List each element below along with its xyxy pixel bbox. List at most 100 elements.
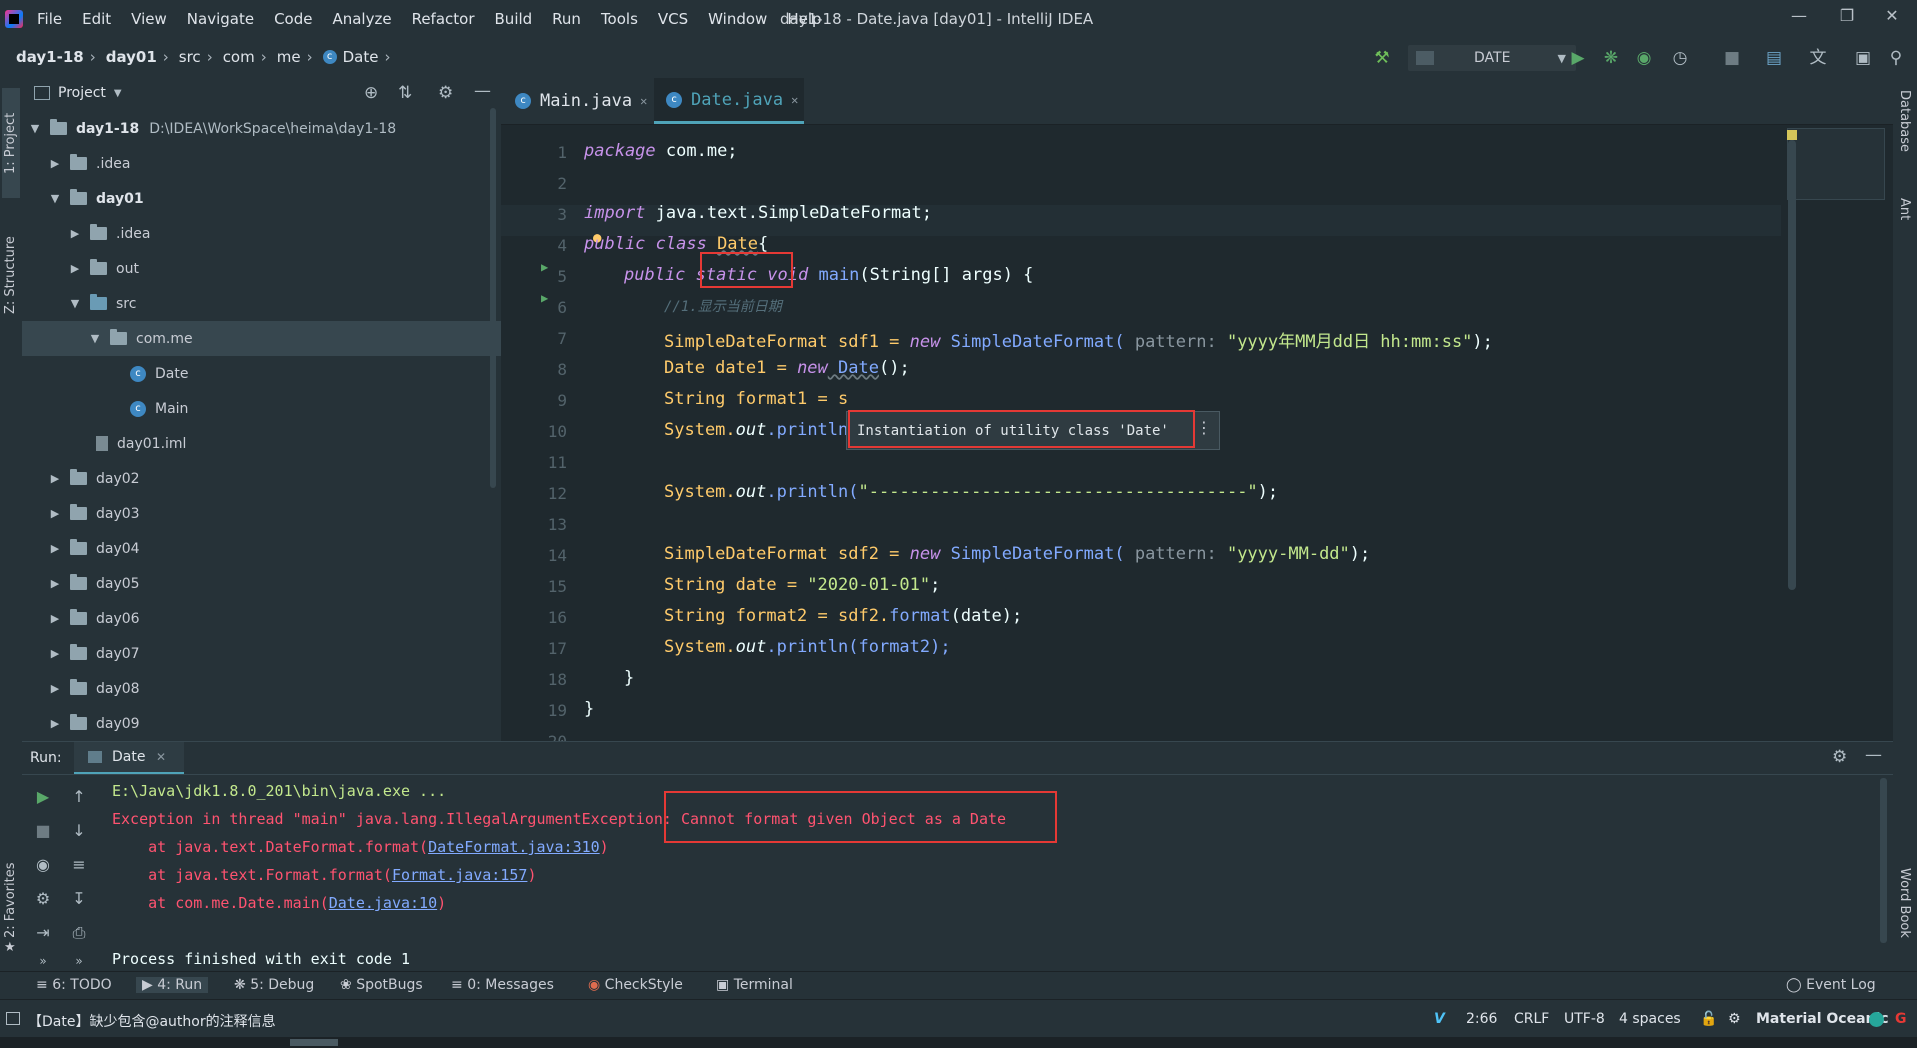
rerun-icon[interactable]: ▶ (32, 786, 54, 808)
menu-tools[interactable]: Tools (601, 10, 638, 28)
camera-icon[interactable]: ◉ (32, 854, 54, 876)
ant-stripe-label[interactable]: Ant (1897, 198, 1912, 220)
restore-icon[interactable]: ❐ (1832, 6, 1862, 30)
tree-item-day04[interactable]: ▶ day04 (22, 531, 527, 566)
collapsed-arrow-icon[interactable]: ▶ (48, 682, 62, 695)
profile-icon[interactable]: ◷ (1670, 48, 1690, 68)
breadcrumb-src[interactable]: src (179, 48, 201, 66)
stack-link[interactable]: Format.java:157 (392, 866, 527, 884)
collapse-all-icon[interactable]: ⇅ (398, 83, 412, 103)
more-actions-icon[interactable]: ⋮ (1196, 418, 1212, 437)
terminal-toggle-icon[interactable]: ▣ (1853, 48, 1873, 68)
breadcrumb-me[interactable]: me (277, 48, 301, 66)
console-scrollbar[interactable] (1880, 778, 1887, 943)
tool-run[interactable]: ▶ 4: Run (136, 977, 209, 993)
exit-icon[interactable]: ⇥ (32, 922, 54, 944)
inspector-icon[interactable]: ⚙ (1728, 1011, 1741, 1027)
tree-item-day07[interactable]: ▶ day07 (22, 636, 527, 671)
expanded-arrow-icon[interactable]: ▼ (68, 297, 82, 310)
search-icon[interactable]: ⚲ (1886, 48, 1906, 68)
tool-spotbugs[interactable]: ❀ SpotBugs (340, 977, 423, 993)
tool-todo[interactable]: ≡ 6: TODO (36, 977, 112, 993)
tab-date-java[interactable]: c Date.java ✕ (654, 78, 804, 124)
gear-icon[interactable]: ⚙ (438, 83, 453, 103)
tree-item-day01-idea[interactable]: ▶ .idea (22, 216, 547, 251)
tool-messages[interactable]: ≡ 0: Messages (451, 977, 554, 993)
print-icon[interactable]: ⎙ (68, 922, 90, 944)
minimap[interactable] (1787, 128, 1885, 200)
collapsed-arrow-icon[interactable]: ▶ (48, 542, 62, 555)
chevron-down-icon[interactable]: ▼ (114, 88, 122, 99)
translate-icon[interactable]: 文 (1808, 48, 1828, 68)
panel-toggle-icon[interactable] (6, 1012, 20, 1025)
stop-icon[interactable]: ■ (32, 820, 54, 842)
file-encoding[interactable]: UTF-8 (1564, 1011, 1605, 1027)
tree-item-root[interactable]: ▼ day1-18 D:\IDEA\WorkSpace\heima\day1-1… (22, 111, 507, 146)
stack-link[interactable]: Date.java:10 (329, 894, 437, 912)
expanded-arrow-icon[interactable]: ▼ (88, 332, 102, 345)
line-separator[interactable]: CRLF (1514, 1011, 1549, 1027)
menu-window[interactable]: Window (708, 10, 767, 28)
stack-link[interactable]: DateFormat.java:310 (428, 838, 600, 856)
menu-refactor[interactable]: Refactor (412, 10, 475, 28)
collapsed-arrow-icon[interactable]: ▶ (48, 612, 62, 625)
word-book-stripe-label[interactable]: Word Book (1897, 868, 1912, 938)
run-tab-date[interactable]: Date ✕ (74, 742, 184, 774)
run-icon[interactable]: ▶ (1568, 48, 1588, 68)
breadcrumb-module[interactable]: day01 (106, 48, 157, 66)
soft-wrap-icon[interactable]: ≡ (68, 854, 90, 876)
run-gutter-icon[interactable]: ▶ (541, 291, 548, 305)
menu-navigate[interactable]: Navigate (187, 10, 254, 28)
close-tab-icon[interactable]: ✕ (640, 94, 647, 108)
coverage-icon[interactable]: ◉ (1634, 48, 1654, 68)
menu-code[interactable]: Code (274, 10, 312, 28)
tree-item-package[interactable]: ▼ com.me (22, 321, 567, 356)
tool-terminal[interactable]: ▣ Terminal (716, 977, 793, 993)
project-stripe-label[interactable]: 1: Project (3, 113, 18, 174)
lock-icon[interactable]: 🔓 (1700, 1011, 1717, 1027)
locate-icon[interactable]: ⊕ (364, 83, 378, 103)
tree-item-out[interactable]: ▶ out (22, 251, 547, 286)
expanded-arrow-icon[interactable]: ▼ (28, 122, 42, 135)
collapsed-arrow-icon[interactable]: ▶ (68, 262, 82, 275)
close-tab-icon[interactable]: ✕ (791, 93, 798, 107)
expanded-arrow-icon[interactable]: ▼ (48, 192, 62, 205)
menu-vcs[interactable]: VCS (658, 10, 688, 28)
tool-debug[interactable]: ❋ 5: Debug (234, 977, 314, 993)
tree-item-day01[interactable]: ▼ day01 (22, 181, 527, 216)
editor-scrollbar[interactable] (1788, 140, 1796, 590)
project-panel-title[interactable]: Project (58, 85, 106, 101)
tool-event-log[interactable]: ◯ Event Log (1786, 977, 1876, 993)
breadcrumb-class[interactable]: Date (343, 48, 379, 66)
google-icon[interactable]: G (1895, 1011, 1907, 1027)
minimize-icon[interactable]: — (1784, 6, 1814, 30)
close-window-icon[interactable]: ✕ (1877, 6, 1907, 30)
down-arrow-icon[interactable]: ↓ (68, 820, 90, 842)
tree-item-day08[interactable]: ▶ day08 (22, 671, 527, 706)
horizontal-scrollbar-thumb[interactable] (290, 1039, 338, 1046)
more-icon[interactable]: » (68, 950, 90, 972)
menu-build[interactable]: Build (495, 10, 533, 28)
collapsed-arrow-icon[interactable]: ▶ (48, 577, 62, 590)
menu-view[interactable]: View (131, 10, 167, 28)
tree-item-src[interactable]: ▼ src (22, 286, 547, 321)
code-editor[interactable]: c Main.java ✕ c Date.java ✕ 1 2 3 4 5 6 … (501, 78, 1893, 751)
caret-position[interactable]: 2:66 (1466, 1011, 1497, 1027)
vim-icon[interactable]: V (1434, 1011, 1445, 1027)
collapsed-arrow-icon[interactable]: ▶ (48, 157, 62, 170)
more-icon[interactable]: » (32, 950, 54, 972)
tree-item-idea[interactable]: ▶ .idea (22, 146, 527, 181)
hide-panel-icon[interactable]: — (1865, 745, 1882, 765)
favorites-stripe-label[interactable]: 2: Favorites (3, 862, 18, 938)
hide-panel-icon[interactable]: — (474, 81, 491, 101)
run-gutter-icon[interactable]: ▶ (541, 260, 548, 274)
structure-stripe-label[interactable]: Z: Structure (3, 236, 18, 314)
collapsed-arrow-icon[interactable]: ▶ (48, 717, 62, 730)
tree-item-day06[interactable]: ▶ day06 (22, 601, 527, 636)
inspection-status-icon[interactable] (1787, 130, 1797, 140)
menu-file[interactable]: File (37, 10, 62, 28)
debug-icon[interactable]: ❋ (1601, 48, 1621, 68)
collapsed-arrow-icon[interactable]: ▶ (68, 227, 82, 240)
tree-scrollbar[interactable] (490, 108, 496, 488)
tree-item-day09[interactable]: ▶ day09 (22, 706, 527, 741)
